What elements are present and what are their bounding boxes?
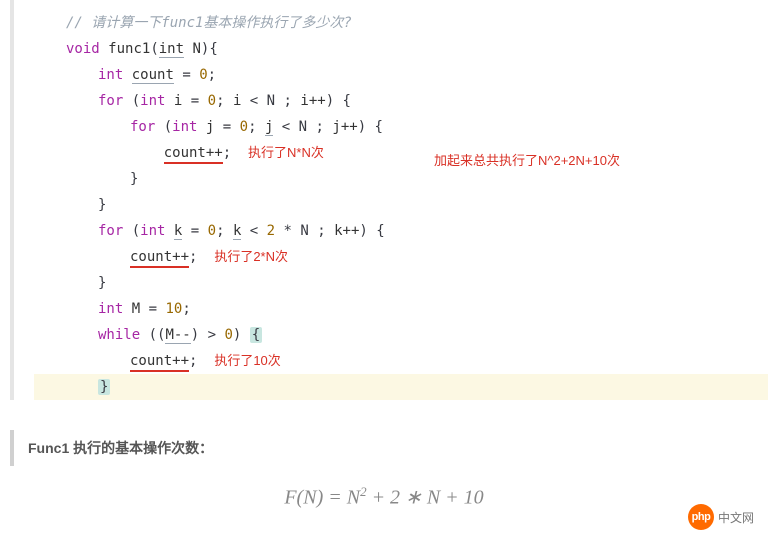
code-line-count-decl: int count = 0;: [34, 62, 768, 88]
code-block: // 请计算一下func1基本操作执行了多少次? void func1(int …: [10, 0, 768, 400]
logo-text: 中文网: [718, 509, 754, 526]
code-line-while: while ((M--) > 0) {: [34, 322, 768, 348]
annotation-exec-nn: 执行了N*N次: [248, 145, 324, 160]
code-line-brace-close-i: }: [34, 192, 768, 218]
summary-label: Func1 执行的基本操作次数：: [28, 438, 758, 458]
code-line-func-decl: void func1(int N){: [34, 36, 768, 62]
brace-highlight-open: {: [250, 327, 262, 343]
code-line-count2: count++; 执行了2*N次: [34, 244, 768, 270]
code-line-count3: count++; 执行了10次: [34, 348, 768, 374]
site-logo: php 中文网: [688, 504, 754, 530]
code-line-count1: count++; 执行了N*N次: [34, 140, 768, 166]
brace-highlight-close: }: [98, 379, 110, 395]
summary-block: Func1 执行的基本操作次数：: [10, 430, 758, 466]
code-line-for-i: for (int i = 0; i < N ; i++) {: [34, 88, 768, 114]
code-line-for-j: for (int j = 0; j < N ; j++) {: [34, 114, 768, 140]
code-comment: // 请计算一下func1基本操作执行了多少次?: [34, 10, 768, 36]
code-line-M-decl: int M = 10;: [34, 296, 768, 322]
logo-badge: php: [688, 504, 714, 530]
code-line-brace-close-while: }: [34, 374, 768, 400]
code-line-brace-close-j: }: [34, 166, 768, 192]
annotation-total: 加起来总共执行了N^2+2N+10次: [434, 148, 620, 174]
annotation-exec-2n: 执行了2*N次: [214, 249, 288, 264]
annotation-exec-10: 执行了10次: [214, 353, 280, 368]
code-line-for-k: for (int k = 0; k < 2 * N ; k++) {: [34, 218, 768, 244]
summary-formula: F(N) = N2 + 2 ∗ N + 10: [0, 484, 768, 510]
code-line-brace-close-k: }: [34, 270, 768, 296]
